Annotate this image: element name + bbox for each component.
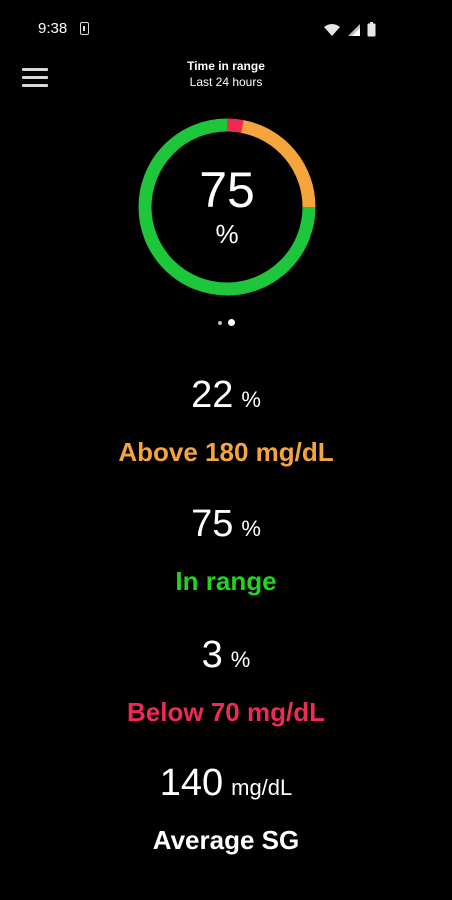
stat-above: 22% Above 180 mg/dL [0, 374, 452, 467]
stat-above-value: 22% [0, 374, 452, 421]
stat-in-range-unit: % [241, 516, 261, 541]
page-title: Time in range [187, 59, 265, 73]
stat-average-unit: mg/dL [231, 775, 293, 800]
stat-average-label: Average SG [152, 825, 300, 855]
page-indicator [0, 319, 452, 326]
signal-icon [347, 23, 361, 37]
header: Time in range Last 24 hours [0, 58, 452, 90]
time-in-range-ring[interactable]: 75 % [136, 116, 318, 298]
stat-above-number: 22 [191, 374, 234, 416]
page-subtitle: Last 24 hours [189, 75, 263, 89]
stat-average: 140 mg/dL Average SG [0, 762, 452, 855]
wifi-icon [323, 23, 341, 37]
stat-below-label: Below 70 mg/dL [127, 697, 325, 727]
stat-below-number: 3 [201, 634, 223, 676]
stat-in-range-value: 75% [0, 503, 452, 550]
stat-in-range-number: 75 [191, 503, 234, 545]
stat-average-value: 140 mg/dL [0, 762, 452, 809]
stat-below-value: 3% [0, 634, 452, 681]
stat-in-range-label: In range [175, 566, 277, 596]
stat-above-label: Above 180 mg/dL [118, 437, 334, 467]
ring-unit: % [215, 219, 239, 249]
stat-above-unit: % [241, 387, 261, 412]
status-bar: 9:38 [0, 18, 452, 42]
stat-below-unit: % [230, 647, 251, 672]
page-dot-2-active[interactable] [227, 319, 235, 326]
status-time: 9:38 [38, 20, 68, 37]
page-dot-1[interactable] [217, 320, 222, 325]
stat-below: 3% Below 70 mg/dL [0, 634, 452, 727]
stat-in-range: 75% In range [0, 503, 452, 596]
sim-card-icon [80, 22, 89, 35]
ring-value: 75 [199, 162, 255, 218]
stat-average-number: 140 [159, 762, 224, 804]
battery-icon [367, 22, 376, 37]
status-icons [323, 21, 376, 37]
